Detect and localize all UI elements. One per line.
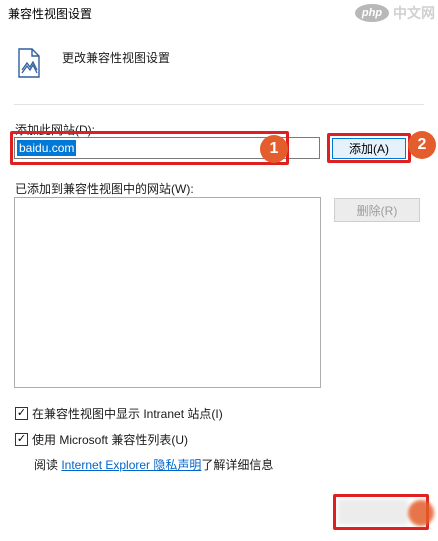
ms-list-checkbox[interactable]: ✓ [15,433,28,446]
watermark: php 中文网 [355,2,435,24]
privacy-suffix: 了解详细信息 [201,458,274,472]
highlight-box-input [10,131,289,165]
added-sites-label: 已添加到兼容性视图中的网站(W): [15,182,194,196]
privacy-prefix: 阅读 [34,458,62,472]
header-text: 更改兼容性视图设置 [62,51,171,65]
ms-list-label: 使用 Microsoft 兼容性列表(U) [32,433,189,447]
added-sites-list[interactable] [14,197,321,388]
document-icon [17,48,41,78]
step-badge-3 [408,500,434,526]
option-intranet[interactable]: ✓ 在兼容性视图中显示 Intranet 站点(I) [15,405,223,422]
privacy-text: 阅读 Internet Explorer 隐私声明了解详细信息 [34,456,273,473]
watermark-text: 中文网 [393,5,435,21]
privacy-link[interactable]: Internet Explorer 隐私声明 [61,458,201,472]
highlight-box-add-button [327,133,411,163]
remove-button[interactable]: 删除(R) [334,198,420,222]
intranet-checkbox[interactable]: ✓ [15,407,28,420]
divider [14,104,424,105]
watermark-logo: php [355,4,389,22]
step-badge-1: 1 [260,135,288,163]
option-ms-list[interactable]: ✓ 使用 Microsoft 兼容性列表(U) [15,431,188,448]
step-badge-2: 2 [408,131,436,159]
intranet-label: 在兼容性视图中显示 Intranet 站点(I) [32,407,223,421]
